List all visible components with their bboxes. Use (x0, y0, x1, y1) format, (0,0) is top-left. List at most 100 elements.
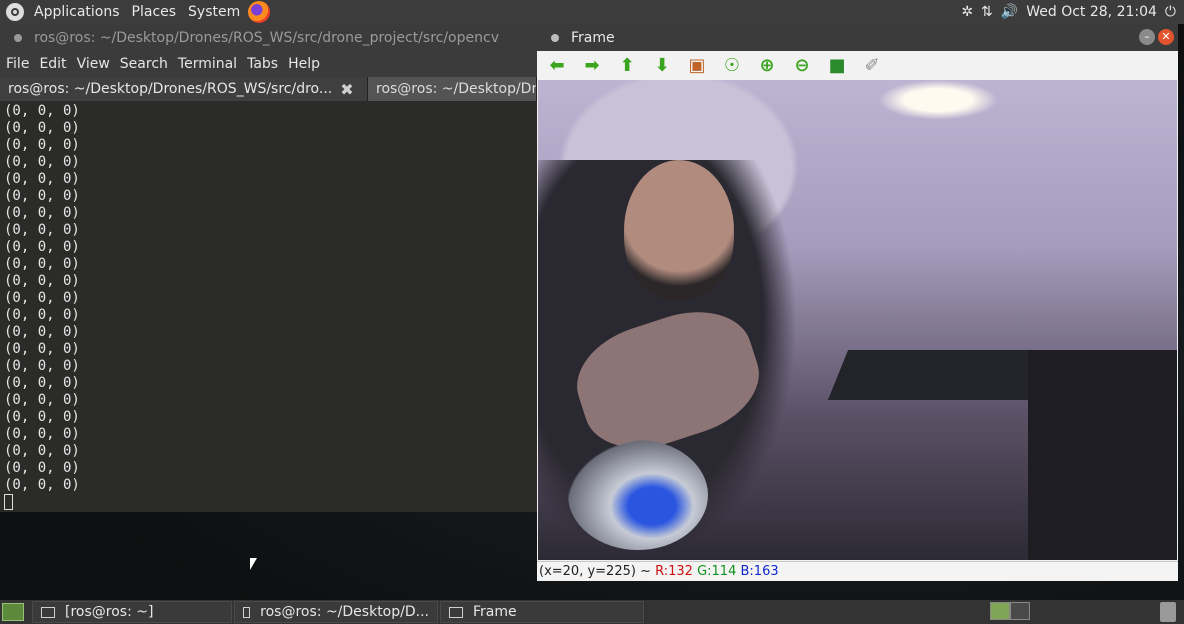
output-line: (0, 0, 0) (4, 409, 80, 425)
zoom-in-button[interactable]: ⊕ (755, 54, 779, 78)
brush-icon: ✐ (864, 55, 880, 76)
terminal-tab-1[interactable]: ros@ros: ~/Desktop/Drones/ROS_WS/src/dro… (0, 77, 368, 101)
bluetooth-icon[interactable]: ✲ (961, 4, 973, 20)
close-tab-icon[interactable]: ✖ (340, 80, 353, 99)
output-line: (0, 0, 0) (4, 426, 80, 442)
zoom-in-icon: ⊕ (759, 55, 775, 76)
task-label: ros@ros: ~/Desktop/D... (260, 604, 429, 620)
menu-view[interactable]: View (77, 56, 110, 72)
camera-image[interactable] (538, 80, 1177, 560)
save-button[interactable]: ■ (825, 54, 849, 78)
output-line: (0, 0, 0) (4, 375, 80, 391)
output-line: (0, 0, 0) (4, 188, 80, 204)
zoom-original-button[interactable]: ▣ (685, 54, 709, 78)
task-label: Frame (473, 604, 517, 620)
tab-label: ros@ros: ~/Desktop/Drones/ROS_WS/src/dro… (8, 81, 333, 97)
minimize-button[interactable]: – (1139, 29, 1155, 45)
status-red: R:132 (655, 564, 693, 579)
terminal-menubar: File Edit View Search Terminal Tabs Help (0, 51, 537, 77)
terminal-icon (41, 606, 55, 618)
output-line: (0, 0, 0) (4, 171, 80, 187)
menu-search[interactable]: Search (120, 56, 168, 72)
firefox-icon[interactable] (248, 1, 271, 23)
network-icon[interactable]: ⇅ (981, 4, 993, 20)
output-lines: (0, 0, 0) (0, 0, 0) (0, 0, 0) (0, 0, 0) (0, … (4, 103, 537, 494)
person-head (624, 160, 734, 300)
ubuntu-logo-icon[interactable] (6, 3, 24, 21)
computer-mouse (568, 440, 708, 550)
terminal-tab-2[interactable]: ros@ros: ~/Desktop/Dr (368, 77, 537, 101)
system-tray: ✲ ⇅ 🔊 Wed Oct 28, 21:04 ⏻ (961, 0, 1184, 24)
output-line: (0, 0, 0) (4, 460, 80, 476)
keyboard (827, 350, 1049, 400)
output-line: (0, 0, 0) (4, 256, 80, 272)
frame-status-bar: (x=20, y=225) ~ R:132 G:114 B:163 (537, 561, 1178, 581)
frame-window: Frame – ✕ ⬅ ➡ ⬆ ⬇ ▣ ☉ ⊕ ⊖ ■ ✐ (x=20, y=225) ~ R:1… (537, 24, 1178, 581)
terminal-title: ros@ros: ~/Desktop/Drones/ROS_WS/src/dro… (34, 29, 499, 46)
taskbar-item-terminal-2[interactable]: ros@ros: ~/Desktop/D... (234, 601, 438, 623)
clock[interactable]: Wed Oct 28, 21:04 (1026, 4, 1157, 20)
status-blue: B:163 (740, 564, 779, 579)
output-line: (0, 0, 0) (4, 222, 80, 238)
image-icon: ▣ (688, 55, 706, 76)
arrow-up-icon: ⬆ (619, 55, 635, 76)
output-line: (0, 0, 0) (4, 324, 80, 340)
save-icon: ■ (828, 55, 846, 76)
output-line: (0, 0, 0) (4, 154, 80, 170)
frame-toolbar: ⬅ ➡ ⬆ ⬇ ▣ ☉ ⊕ ⊖ ■ ✐ (537, 51, 1178, 80)
window-icon (449, 606, 463, 618)
window-menu-icon[interactable] (14, 33, 22, 42)
menu-file[interactable]: File (6, 56, 29, 72)
output-line: (0, 0, 0) (4, 239, 80, 255)
output-line: (0, 0, 0) (4, 477, 80, 493)
frame-titlebar[interactable]: Frame – ✕ (537, 24, 1178, 51)
terminal-output[interactable]: (0, 0, 0) (0, 0, 0) (0, 0, 0) (0, 0, 0) (0, … (0, 101, 537, 512)
status-green: G:114 (697, 564, 737, 579)
arrow-down-icon: ⬇ (654, 55, 670, 76)
zoom-out-icon: ⊖ (794, 55, 810, 76)
workspace-1[interactable] (990, 602, 1010, 620)
arrow-left-icon: ⬅ (549, 55, 565, 76)
applications-menu[interactable]: Applications (34, 0, 120, 24)
workspace-switcher (990, 602, 1030, 620)
pan-up-button[interactable]: ⬆ (615, 54, 639, 78)
workspace-2[interactable] (1010, 602, 1030, 620)
second-keyboard (1028, 350, 1177, 560)
output-line: (0, 0, 0) (4, 392, 80, 408)
system-menu[interactable]: System (188, 0, 240, 24)
trash-icon[interactable] (1160, 602, 1176, 622)
output-line: (0, 0, 0) (4, 103, 80, 119)
show-desktop-button[interactable] (2, 603, 24, 621)
zoom-out-button[interactable]: ⊖ (790, 54, 814, 78)
output-line: (0, 0, 0) (4, 290, 80, 306)
tab-label: ros@ros: ~/Desktop/Dr (376, 81, 537, 97)
top-panel: Applications Places System ✲ ⇅ 🔊 Wed Oct… (0, 0, 1184, 24)
terminal-icon (243, 606, 251, 618)
properties-button[interactable]: ✐ (860, 54, 884, 78)
window-menu-icon[interactable] (551, 33, 559, 42)
terminal-tab-bar: ros@ros: ~/Desktop/Drones/ROS_WS/src/dro… (0, 77, 537, 101)
taskbar-item-terminal-1[interactable]: [ros@ros: ~] (32, 601, 232, 623)
menu-terminal[interactable]: Terminal (178, 56, 237, 72)
menu-help[interactable]: Help (288, 56, 320, 72)
volume-icon[interactable]: 🔊 (1001, 4, 1018, 20)
output-line: (0, 0, 0) (4, 358, 80, 374)
places-menu[interactable]: Places (132, 0, 177, 24)
output-line: (0, 0, 0) (4, 307, 80, 323)
pan-left-button[interactable]: ⬅ (545, 54, 569, 78)
status-coords: (x=20, y=225) ~ (539, 564, 651, 579)
window-controls: – ✕ (1136, 29, 1174, 45)
output-line: (0, 0, 0) (4, 137, 80, 153)
pan-down-button[interactable]: ⬇ (650, 54, 674, 78)
close-button[interactable]: ✕ (1158, 29, 1174, 45)
power-icon[interactable]: ⏻ (1165, 4, 1176, 20)
menu-edit[interactable]: Edit (39, 56, 66, 72)
arrow-right-icon: ➡ (584, 55, 600, 76)
terminal-titlebar[interactable]: ros@ros: ~/Desktop/Drones/ROS_WS/src/dro… (0, 24, 537, 51)
pan-right-button[interactable]: ➡ (580, 54, 604, 78)
zoom-fit-button[interactable]: ☉ (720, 54, 744, 78)
taskbar-item-frame[interactable]: Frame (440, 601, 644, 623)
output-line: (0, 0, 0) (4, 341, 80, 357)
mouse-pointer-icon (250, 558, 257, 570)
menu-tabs[interactable]: Tabs (247, 56, 278, 72)
